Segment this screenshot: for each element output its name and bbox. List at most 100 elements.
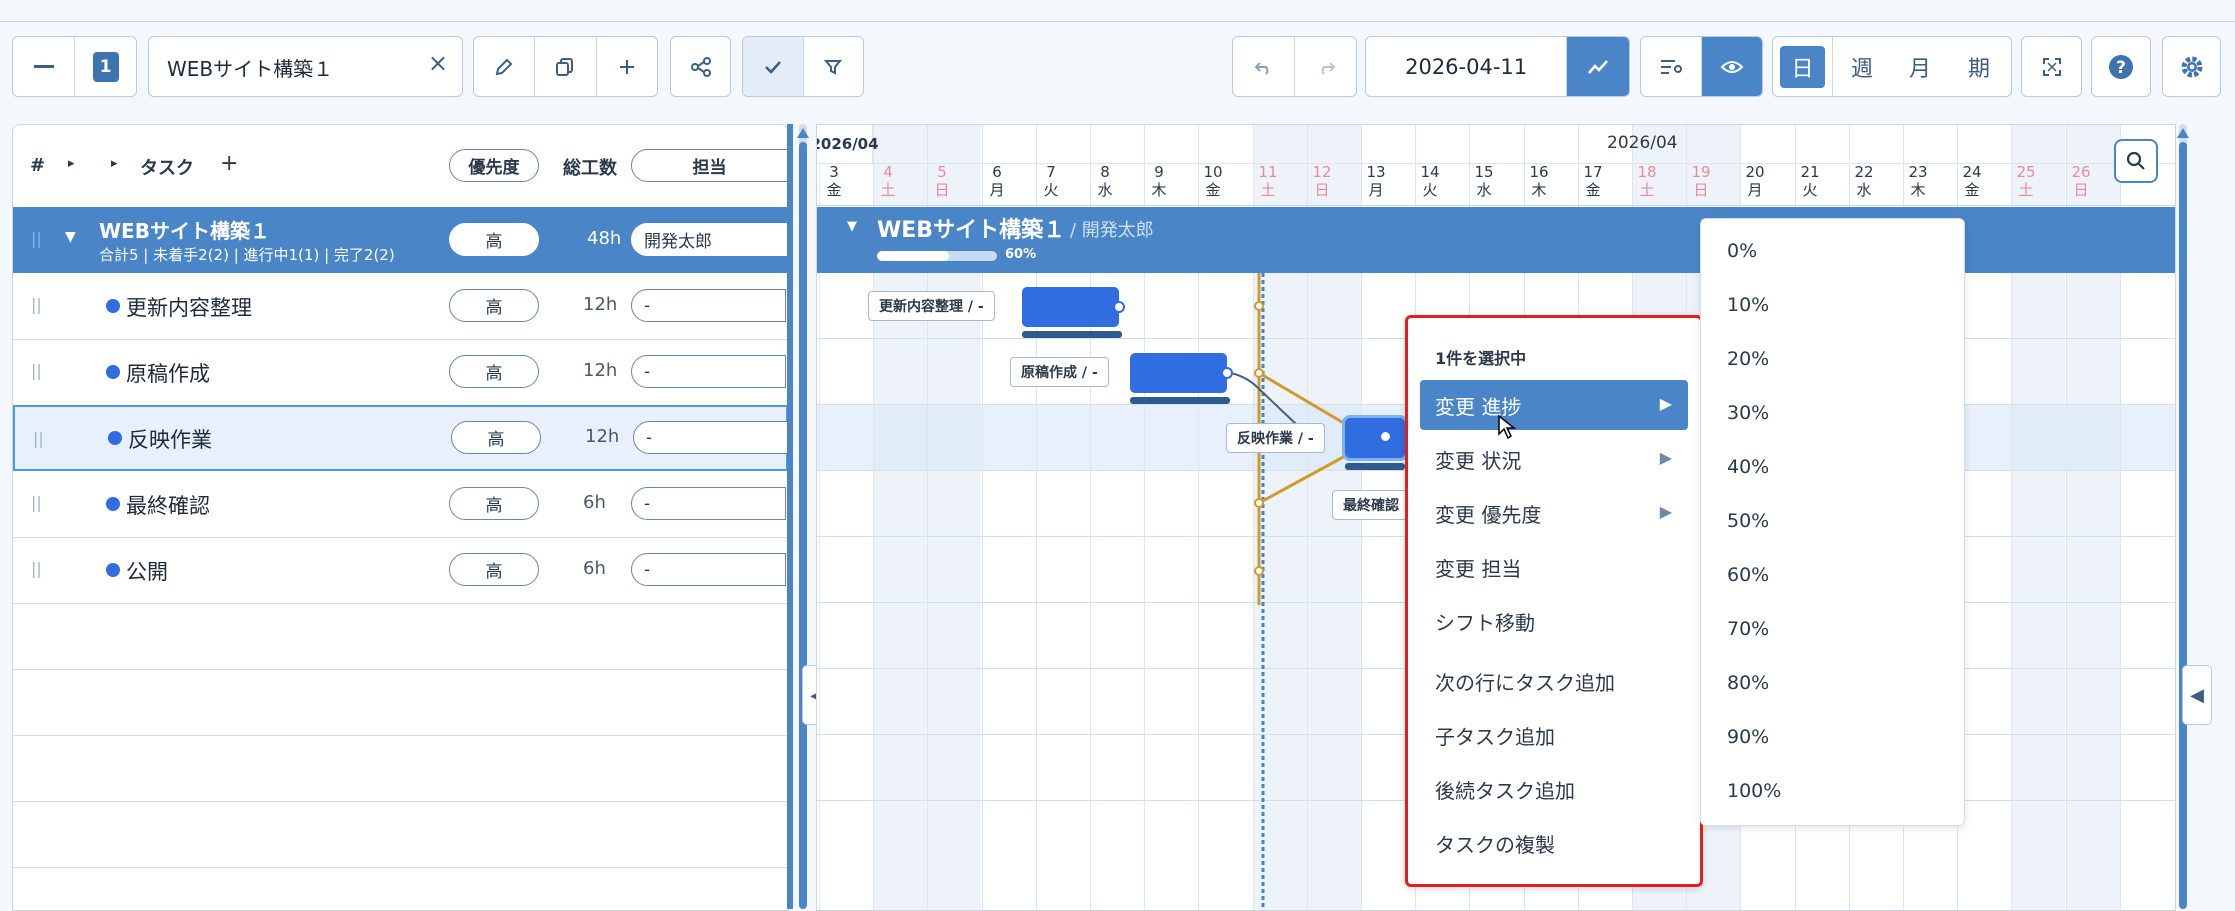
project-row[interactable]: || ▼ WEBサイト構築１ 合計5 | 未着手2(2) | 進行中1(1) |…	[13, 207, 788, 273]
trend-button[interactable]	[1567, 37, 1629, 96]
task-assignee[interactable]: -	[631, 289, 786, 322]
task-priority[interactable]: 高	[449, 553, 539, 586]
task-row[interactable]: || 原稿作成 高 12h -	[13, 339, 788, 406]
task-bar[interactable]	[1130, 353, 1233, 393]
link-handle[interactable]	[1379, 430, 1392, 443]
view-day-button[interactable]: 日	[1773, 37, 1833, 96]
menu-shift-move[interactable]: シフト移動	[1420, 596, 1688, 646]
task-assignee[interactable]: -	[633, 421, 788, 454]
fullscreen-button[interactable]	[2021, 36, 2082, 97]
drag-handle[interactable]: ||	[31, 229, 42, 248]
progress-option[interactable]: 0%	[1727, 240, 1757, 262]
history-group	[1232, 36, 1357, 97]
level-indicator[interactable]: 1	[75, 37, 136, 96]
link-handle[interactable]	[1221, 367, 1233, 379]
clear-project-button[interactable]: ×	[428, 49, 448, 77]
drag-handle[interactable]: ||	[31, 361, 42, 380]
project-assignee[interactable]: 開発太郎	[631, 223, 788, 256]
link-handle[interactable]	[1113, 301, 1125, 313]
right-scrollbar[interactable]	[2177, 124, 2189, 909]
scrollbar-thumb[interactable]	[2179, 142, 2187, 909]
drag-handle[interactable]: ||	[31, 493, 42, 512]
task-row-selected[interactable]: || 反映作業 高 12h -	[13, 405, 788, 471]
menu-change-priority[interactable]: 変更 優先度 ▶	[1420, 488, 1688, 538]
task-priority[interactable]: 高	[449, 355, 539, 388]
undo-button[interactable]	[1233, 37, 1295, 96]
date-input[interactable]: 2026-04-11	[1366, 37, 1568, 96]
empty-row	[13, 801, 788, 868]
progress-option[interactable]: 20%	[1727, 348, 1769, 370]
visibility-button[interactable]	[1701, 37, 1762, 96]
left-scrollbar[interactable]	[797, 124, 809, 909]
menu-change-progress[interactable]: 変更 進捗 ▶	[1420, 380, 1688, 430]
project-selector[interactable]: WEBサイト構築１ ×	[148, 36, 463, 97]
progress-option[interactable]: 80%	[1727, 672, 1769, 694]
gantt-search-button[interactable]	[2114, 139, 2158, 183]
collapse-right-button[interactable]: ◀	[2182, 665, 2212, 725]
progress-option[interactable]: 30%	[1727, 402, 1769, 424]
progress-option[interactable]: 70%	[1727, 618, 1769, 640]
expand-icon[interactable]: ▸	[111, 156, 118, 171]
task-priority[interactable]: 高	[449, 289, 539, 322]
task-priority[interactable]: 高	[449, 487, 539, 520]
settings-button[interactable]	[2162, 36, 2221, 97]
task-progress-line	[1022, 331, 1122, 338]
drag-handle[interactable]: ||	[31, 295, 42, 314]
help-seg[interactable]: ?	[2092, 37, 2150, 96]
settings-seg[interactable]	[2163, 37, 2220, 96]
task-bar[interactable]	[1022, 287, 1125, 327]
menu-duplicate-task[interactable]: タスクの複製	[1420, 818, 1688, 868]
task-row[interactable]: || 最終確認 高 6h -	[13, 471, 788, 538]
task-bar-selected[interactable]	[1345, 418, 1405, 458]
collapse-project-icon[interactable]: ▼	[65, 229, 76, 245]
task-priority[interactable]: 高	[451, 421, 541, 454]
top-divider	[0, 21, 2235, 22]
scroll-up-icon[interactable]	[2177, 128, 2189, 138]
task-name: 原稿作成	[126, 362, 210, 386]
view-period-button[interactable]: 期	[1949, 37, 2009, 96]
column-settings-button[interactable]	[1641, 37, 1702, 96]
scrollbar-thumb[interactable]	[799, 142, 807, 909]
task-assignee[interactable]: -	[631, 487, 786, 520]
share-seg[interactable]	[671, 37, 730, 96]
view-week-button[interactable]: 週	[1833, 37, 1891, 96]
edit-button[interactable]	[474, 37, 536, 96]
task-assignee[interactable]: -	[631, 355, 786, 388]
expand-all-icon[interactable]: ▸	[68, 156, 75, 171]
progress-option[interactable]: 40%	[1727, 456, 1769, 478]
progress-option[interactable]: 10%	[1727, 294, 1769, 316]
menu-add-task-next-row[interactable]: 次の行にタスク追加	[1420, 656, 1688, 706]
scroll-up-icon[interactable]	[797, 128, 809, 138]
progress-option[interactable]: 90%	[1727, 726, 1769, 748]
header-priority[interactable]: 優先度	[449, 149, 539, 182]
add-task-button[interactable]	[597, 37, 657, 96]
copy-button[interactable]	[535, 37, 597, 96]
progress-option[interactable]: 100%	[1727, 780, 1781, 802]
panel-splitter[interactable]	[787, 124, 793, 909]
menu-change-status[interactable]: 変更 状況 ▶	[1420, 434, 1688, 484]
view-month-button[interactable]: 月	[1891, 37, 1949, 96]
drag-handle[interactable]: ||	[31, 559, 42, 578]
filter-button[interactable]	[804, 37, 864, 96]
collapse-level-button[interactable]	[13, 37, 75, 96]
menu-add-successor[interactable]: 後続タスク追加	[1420, 764, 1688, 814]
menu-item-label: 変更 状況	[1435, 448, 1522, 473]
task-assignee[interactable]: -	[631, 553, 786, 586]
header-assignee[interactable]: 担当	[631, 149, 788, 182]
dependency-link	[1257, 371, 1348, 427]
progress-option[interactable]: 50%	[1727, 510, 1769, 532]
menu-add-subtask[interactable]: 子タスク追加	[1420, 710, 1688, 760]
task-row[interactable]: || 公開 高 6h -	[13, 537, 788, 604]
menu-change-assignee[interactable]: 変更 担当	[1420, 542, 1688, 592]
project-priority[interactable]: 高	[449, 223, 539, 256]
check-filter-button[interactable]	[743, 37, 804, 96]
fullscreen-seg[interactable]	[2022, 37, 2081, 96]
share-button[interactable]	[670, 36, 731, 97]
task-row[interactable]: || 更新内容整理 高 12h -	[13, 273, 788, 340]
help-button[interactable]: ?	[2091, 36, 2151, 97]
drag-handle[interactable]: ||	[33, 429, 44, 448]
add-column-icon[interactable]: +	[220, 151, 238, 176]
progress-option[interactable]: 60%	[1727, 564, 1769, 586]
redo-button[interactable]	[1295, 37, 1356, 96]
task-hours: 12h	[583, 294, 618, 315]
